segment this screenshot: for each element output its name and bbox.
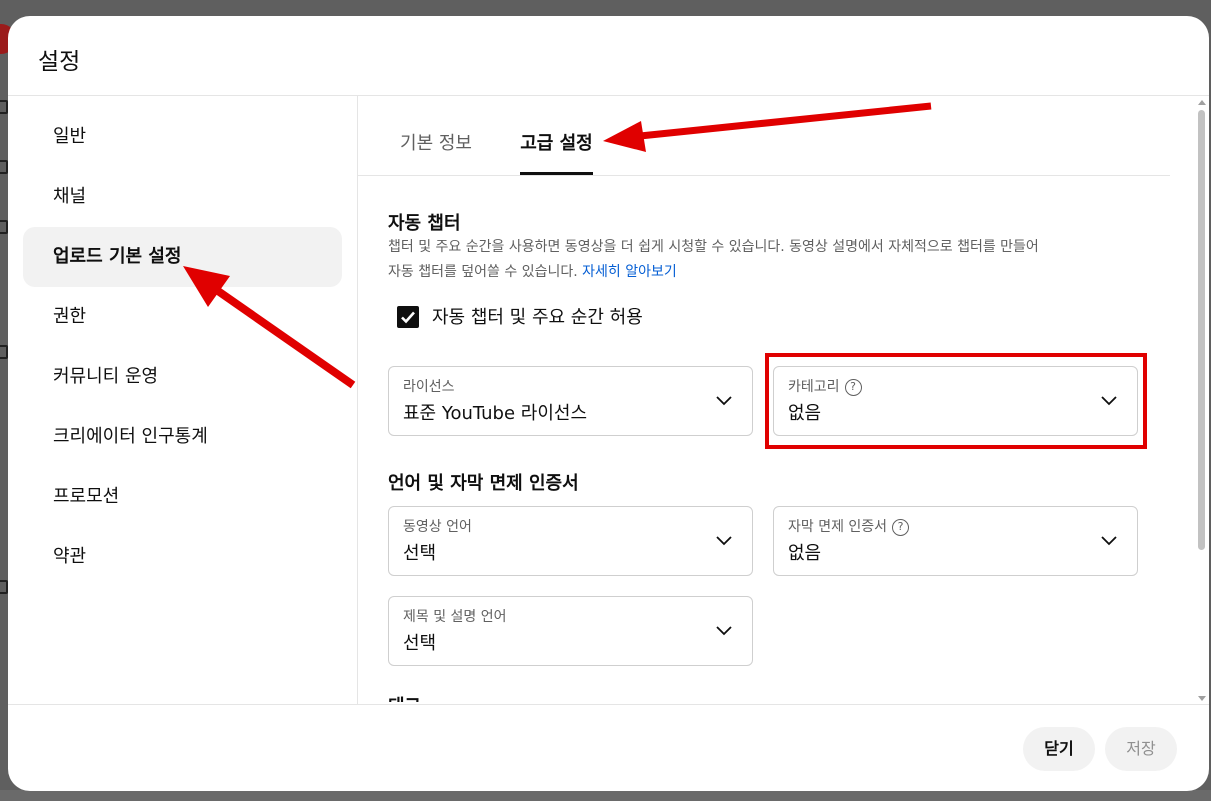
annotation-arrow-to-nav	[183, 266, 356, 389]
annotation-arrow-to-tab	[603, 102, 932, 152]
annotation-arrows	[183, 102, 932, 389]
